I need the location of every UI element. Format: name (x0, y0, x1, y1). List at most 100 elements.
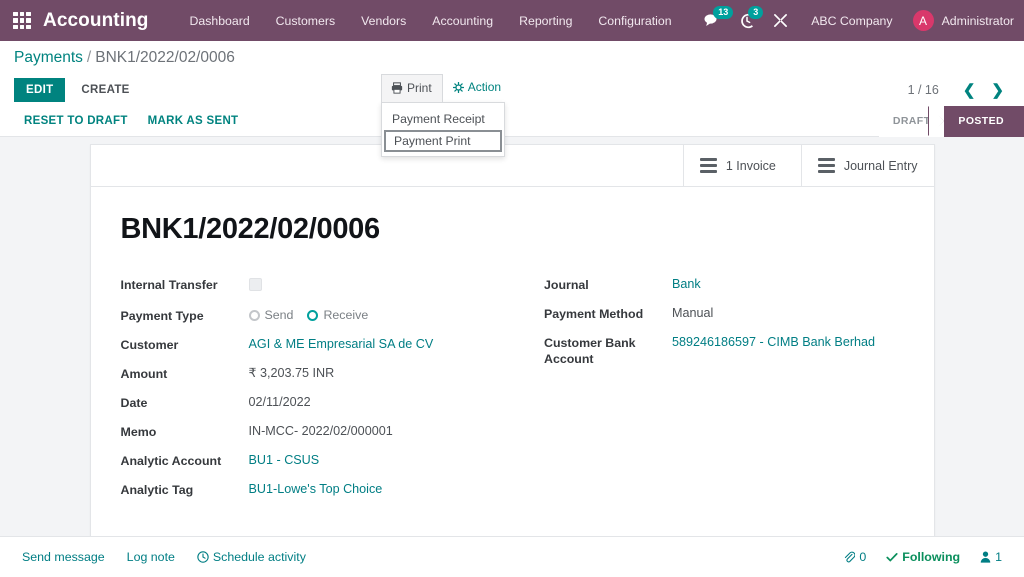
menu-item-configuration[interactable]: Configuration (585, 10, 684, 32)
form-column-right: Journal Bank Payment Method Manual Custo… (512, 276, 904, 510)
field-value-link[interactable]: BU1-Lowe's Top Choice (249, 481, 383, 497)
app-brand-title: Accounting (43, 9, 149, 31)
schedule-activity-button[interactable]: Schedule activity (197, 550, 306, 564)
print-menu-item-payment-print[interactable]: Payment Print (384, 130, 502, 152)
field-value: Send Receive (248, 307, 368, 323)
field-label: Date (120, 396, 148, 410)
field-label: Customer (120, 338, 179, 352)
field-label: Memo (120, 425, 157, 439)
menu-item-dashboard[interactable]: Dashboard (177, 10, 263, 32)
radio-circle-icon (307, 309, 319, 321)
top-navbar: Accounting Dashboard Customers Vendors A… (0, 0, 1024, 41)
field-value: Manual (672, 306, 714, 320)
pager-group: 1 / 16 ❮ ❯ (908, 81, 1024, 99)
chatter-stats-group: 0 Following 1 (843, 550, 1002, 564)
field-internal-transfer: Internal Transfer (121, 276, 513, 295)
menu-item-reporting[interactable]: Reporting (506, 10, 585, 32)
breadcrumb-separator: / (86, 48, 92, 66)
schedule-activity-label: Schedule activity (212, 550, 306, 564)
print-button[interactable]: Print (381, 74, 443, 102)
form-columns: Internal Transfer Payment Type Send Rece… (121, 276, 904, 510)
create-button[interactable]: CREATE (69, 78, 141, 102)
smart-button-journal-entry-label: Journal Entry (843, 158, 918, 173)
edit-button[interactable]: EDIT (14, 78, 66, 102)
breadcrumb-root-link[interactable]: Payments (14, 49, 83, 67)
field-value-link[interactable]: BU1 - CSUS (249, 452, 320, 468)
following-button[interactable]: Following (886, 550, 960, 564)
field-value-link[interactable]: AGI & ME Empresarial SA de CV (249, 336, 434, 352)
radio-option-send[interactable]: Send (248, 307, 294, 323)
form-sheet: 1 Invoice Journal Entry BNK1/2022/02/000… (89, 144, 935, 541)
send-message-button[interactable]: Send message (22, 550, 105, 564)
menu-item-vendors[interactable]: Vendors (348, 10, 419, 32)
activities-button[interactable]: 3 (730, 0, 764, 41)
field-payment-method: Payment Method Manual (544, 305, 904, 322)
radio-circle-icon (248, 309, 260, 321)
bars-icon (699, 158, 717, 173)
user-menu[interactable]: A Administrator (907, 10, 1014, 31)
user-icon (980, 551, 991, 563)
check-icon (886, 552, 898, 561)
reset-to-draft-button[interactable]: RESET TO DRAFT (14, 109, 138, 133)
form-column-left: Internal Transfer Payment Type Send Rece… (121, 276, 513, 510)
smart-button-invoice[interactable]: 1 Invoice (682, 145, 801, 186)
field-customer: Customer AGI & ME Empresarial SA de CV (121, 336, 513, 353)
breadcrumb: Payments / BNK1/2022/02/0006 (0, 41, 1024, 74)
chatter-bar: Send message Log note Schedule activity … (0, 536, 1024, 577)
field-label: Analytic Tag (120, 483, 194, 497)
following-label: Following (902, 550, 961, 564)
pager-next-icon[interactable]: ❯ (983, 81, 1012, 99)
field-analytic-account: Analytic Account BU1 - CSUS (121, 452, 513, 469)
smart-button-invoice-label: 1 Invoice (725, 158, 776, 173)
followers-count: 1 (995, 550, 1002, 564)
print-button-label: Print (407, 81, 432, 95)
print-dropdown-menu: Payment Receipt Payment Print (381, 102, 505, 157)
pager-value[interactable]: 1 / 16 (908, 83, 939, 97)
field-label: Payment Method (544, 307, 644, 321)
attachment-count-button[interactable]: 0 (843, 550, 866, 564)
messages-button[interactable]: 13 (695, 0, 734, 41)
company-selector[interactable]: ABC Company (797, 14, 906, 28)
form-page-body: 1 Invoice Journal Entry BNK1/2022/02/000… (0, 137, 1024, 577)
followers-count-button[interactable]: 1 (980, 550, 1002, 564)
action-button[interactable]: Action (443, 74, 511, 100)
field-value-link[interactable]: Bank (672, 276, 701, 292)
gear-icon (452, 81, 464, 93)
control-panel-status-row: RESET TO DRAFT MARK AS SENT DRAFT POSTED (0, 105, 1024, 137)
page-title: BNK1/2022/02/0006 (120, 213, 381, 245)
paperclip-icon (845, 551, 856, 563)
smart-button-journal-entry[interactable]: Journal Entry (800, 145, 934, 186)
pager-previous-icon[interactable]: ❮ (955, 81, 984, 99)
menu-item-accounting[interactable]: Accounting (419, 10, 506, 32)
printer-icon (391, 82, 403, 94)
payment-type-radio-group: Send Receive (248, 307, 368, 323)
user-name-label: Administrator (941, 13, 1014, 28)
status-bar: DRAFT POSTED (878, 105, 1024, 137)
mark-as-sent-button[interactable]: MARK AS SENT (138, 109, 249, 133)
field-label: Customer Bank Account (544, 336, 636, 366)
wrench-icon (774, 14, 788, 27)
field-label: Journal (544, 278, 589, 292)
print-menu-item-payment-receipt[interactable]: Payment Receipt (382, 108, 504, 130)
internal-transfer-checkbox[interactable] (248, 278, 262, 291)
field-label: Payment Type (120, 309, 204, 323)
radio-label: Receive (323, 308, 369, 322)
field-date: Date 02/11/2022 (121, 394, 513, 411)
menu-item-customers[interactable]: Customers (263, 10, 348, 32)
radio-label: Send (264, 308, 294, 322)
field-analytic-tag: Analytic Tag BU1-Lowe's Top Choice (121, 481, 513, 498)
tools-button[interactable] (764, 0, 797, 41)
field-payment-type: Payment Type Send Receive (121, 307, 513, 324)
field-amount: Amount ₹ 3,203.75 INR (121, 365, 513, 382)
field-customer-bank-account: Customer Bank Account 589246186597 - CIM… (544, 334, 904, 367)
smart-button-row: 1 Invoice Journal Entry (90, 145, 934, 187)
log-note-button[interactable]: Log note (127, 550, 175, 564)
field-value-link[interactable]: 589246186597 - CIMB Bank Berhad (672, 334, 875, 350)
print-action-group: Print Payment Receipt Payment Print Acti… (381, 74, 511, 157)
apps-grid-icon[interactable] (13, 11, 31, 30)
radio-option-receive[interactable]: Receive (307, 307, 368, 323)
field-label: Analytic Account (120, 454, 222, 468)
field-label: Internal Transfer (120, 278, 218, 292)
status-badge-posted[interactable]: POSTED (928, 105, 1024, 137)
field-value: 02/11/2022 (248, 395, 311, 409)
